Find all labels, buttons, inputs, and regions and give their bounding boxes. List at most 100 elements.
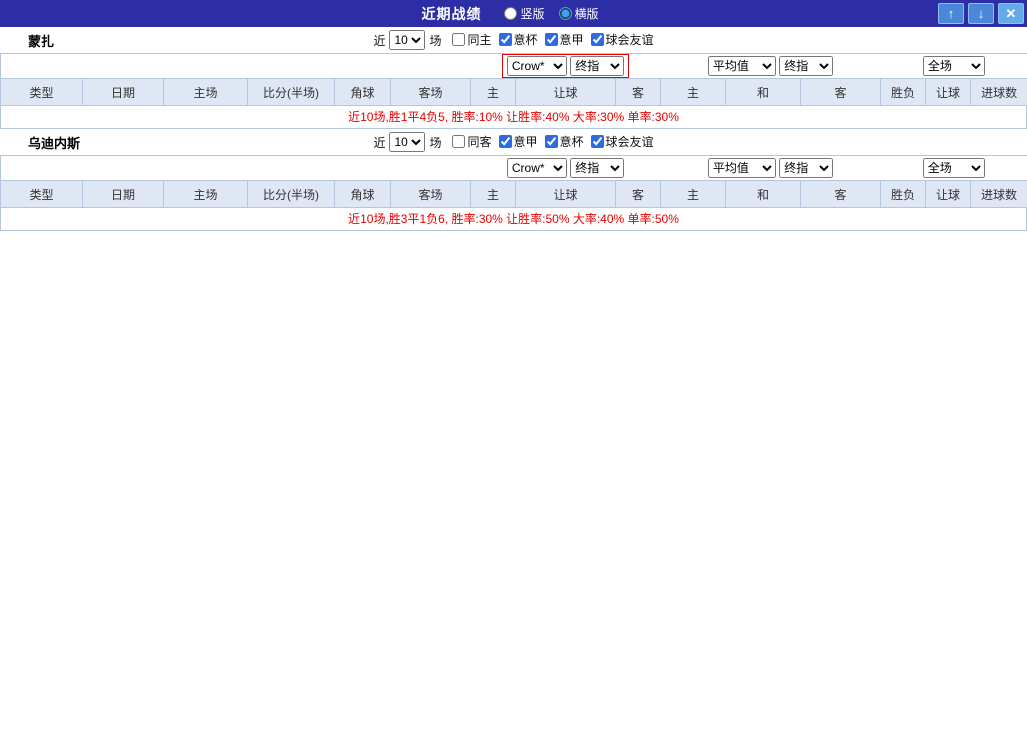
layout-radio[interactable] — [558, 6, 572, 20]
column-header: 胜负 — [880, 180, 927, 208]
odds-company-select[interactable]: Crow* — [506, 158, 567, 178]
move-down-button[interactable]: ↓ — [968, 3, 994, 24]
column-header: 角球 — [334, 78, 391, 106]
column-header-row: 类型 日期 主场 比分(半场) 角球 客场主让球客主和客胜负 让球 进球数 — [0, 180, 1027, 208]
summary-line: 近10场,胜1平4负5, 胜率:10% 让胜率:40% 大率:30% 单率:30… — [0, 106, 1027, 129]
column-header: 比分(半场) — [247, 180, 335, 208]
match-filter[interactable]: 意杯 — [498, 31, 538, 48]
match-count-select[interactable]: 10 — [389, 30, 426, 50]
column-header: 胜负 — [880, 78, 927, 106]
europe-odds-dropdowns: 平均值 终指 — [660, 155, 881, 181]
dropdown-row: Crow* 终指 平均值 终指 全场 — [0, 155, 1027, 181]
match-filter[interactable]: 同主 — [452, 31, 492, 48]
matches-label: 场 — [429, 135, 442, 150]
column-header: 让球 — [925, 78, 972, 106]
column-header: 类型 — [0, 180, 83, 208]
match-filter[interactable]: 意杯 — [544, 133, 584, 150]
scope-select[interactable]: 全场 — [922, 158, 985, 178]
matches-label: 场 — [429, 33, 442, 48]
up-arrow-icon: ↑ — [947, 6, 955, 21]
filter-checkbox[interactable] — [452, 135, 466, 148]
europe-stage-select[interactable]: 终指 — [779, 56, 834, 76]
column-header: 让球 — [515, 78, 617, 106]
team-name: 蒙扎 — [28, 33, 55, 49]
filter-checkbox[interactable] — [544, 135, 558, 148]
handicap-odds-dropdowns: Crow* 终指 — [470, 53, 661, 79]
column-header: 日期 — [82, 78, 164, 106]
column-header: 角球 — [334, 180, 391, 208]
filter-label: 同主 — [467, 33, 492, 47]
filter-checkbox[interactable] — [544, 33, 558, 46]
match-filter[interactable]: 意甲 — [544, 31, 584, 48]
dropdown-row-blank — [0, 155, 471, 181]
dropdown-row: Crow* 终指 平均值 终指 全场 — [0, 53, 1027, 79]
section-header: 乌迪内斯 近 10 场 同客 意甲 意杯 球会友谊 — [0, 129, 1027, 155]
column-header: 客 — [615, 180, 662, 208]
column-header: 客 — [800, 180, 882, 208]
europe-stage-select[interactable]: 终指 — [779, 158, 834, 178]
filter-label: 意杯 — [513, 33, 538, 47]
column-header: 进球数 — [970, 78, 1027, 106]
europe-average-select[interactable]: 平均值 — [707, 56, 776, 76]
europe-odds-dropdowns: 平均值 终指 — [660, 53, 881, 79]
layout-option-label: 横版 — [574, 6, 599, 21]
close-icon: ✕ — [1005, 6, 1017, 21]
close-button[interactable]: ✕ — [998, 3, 1024, 24]
filter-checkbox[interactable] — [498, 33, 512, 46]
filter-label: 意甲 — [559, 33, 584, 47]
filter-label: 同客 — [467, 135, 492, 149]
titlebar-buttons: ↑ ↓ ✕ — [938, 3, 1024, 24]
column-header: 让球 — [925, 180, 972, 208]
odds-stage-select[interactable]: 终指 — [570, 158, 625, 178]
odds-stage-select[interactable]: 终指 — [570, 56, 625, 76]
move-up-button[interactable]: ↑ — [938, 3, 964, 24]
column-header: 日期 — [82, 180, 164, 208]
team-name: 乌迪内斯 — [28, 135, 81, 151]
column-header: 主 — [470, 78, 517, 106]
scope-select[interactable]: 全场 — [922, 56, 985, 76]
match-filter[interactable]: 意甲 — [498, 133, 538, 150]
filter-label: 意杯 — [559, 135, 584, 149]
layout-option[interactable]: 竖版 — [504, 5, 545, 22]
section-controls: 近 10 场 同客 意甲 意杯 球会友谊 — [373, 132, 654, 152]
summary-line: 近10场,胜3平1负6, 胜率:30% 让胜率:50% 大率:40% 单率:50… — [0, 208, 1027, 231]
page-title: 近期战绩 — [421, 5, 482, 22]
filter-checkbox[interactable] — [452, 33, 466, 46]
scope-dropdown-cell: 全场 — [880, 155, 1027, 181]
layout-radio[interactable] — [504, 6, 518, 20]
europe-average-select[interactable]: 平均值 — [707, 158, 776, 178]
layout-option[interactable]: 横版 — [558, 5, 599, 22]
column-header: 客场 — [389, 78, 472, 106]
column-header: 客 — [800, 78, 882, 106]
down-arrow-icon: ↓ — [977, 6, 985, 21]
match-filter[interactable]: 球会友谊 — [590, 31, 654, 48]
filter-checkbox[interactable] — [498, 135, 512, 148]
odds-company-select[interactable]: Crow* — [506, 56, 567, 76]
column-header-row: 类型 日期 主场 比分(半场) 角球 客场主让球客主和客胜负 让球 进球数 — [0, 78, 1027, 106]
handicap-odds-dropdowns: Crow* 终指 — [470, 155, 661, 181]
results-table: Crow* 终指 平均值 终指 全场 类型 日期 主场 比分(半场) 角球 客场主让球客主… — [0, 155, 1027, 208]
near-label: 近 — [373, 33, 386, 48]
filter-checkbox[interactable] — [590, 33, 604, 46]
match-filter[interactable]: 同客 — [452, 133, 492, 150]
team-section-udinese: 乌迪内斯 近 10 场 同客 意甲 意杯 球会友谊 Crow* 终指 平均值 终… — [0, 129, 1027, 231]
column-header: 进球数 — [970, 180, 1027, 208]
match-count-select[interactable]: 10 — [389, 132, 426, 152]
filter-label: 意甲 — [513, 135, 538, 149]
scope-dropdown-cell: 全场 — [880, 53, 1027, 79]
column-header: 和 — [725, 78, 802, 106]
column-header: 主 — [470, 180, 517, 208]
filter-label: 球会友谊 — [605, 135, 654, 149]
column-header: 主场 — [163, 78, 248, 106]
layout-radio-group: 竖版 横版 — [497, 5, 605, 23]
column-header: 比分(半场) — [247, 78, 335, 106]
section-controls: 近 10 场 同主 意杯 意甲 球会友谊 — [373, 30, 654, 50]
column-header: 主场 — [163, 180, 248, 208]
near-label: 近 — [373, 135, 386, 150]
column-header: 和 — [725, 180, 802, 208]
column-header: 客场 — [389, 180, 472, 208]
column-header: 主 — [660, 180, 727, 208]
match-filter[interactable]: 球会友谊 — [590, 133, 654, 150]
filter-checkbox[interactable] — [590, 135, 604, 148]
dropdown-wrap: Crow* 终指 — [503, 157, 628, 179]
